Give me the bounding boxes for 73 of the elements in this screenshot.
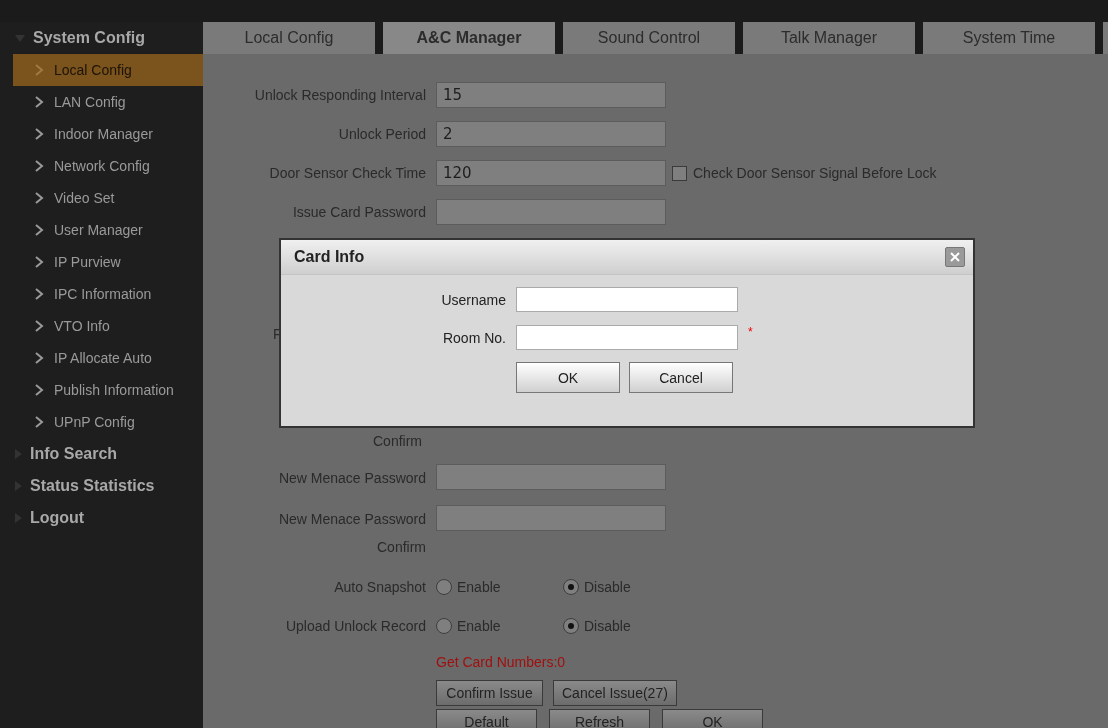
sidebar-item[interactable]: Video Set (13, 182, 203, 214)
close-icon (950, 252, 960, 262)
tab[interactable]: Sound Control (563, 22, 735, 54)
radio-button[interactable] (563, 618, 579, 634)
chevron-icon (35, 384, 44, 396)
sidebar-item[interactable]: IP Purview (13, 246, 203, 278)
sidebar-section[interactable]: Logout (30, 509, 85, 527)
action-button[interactable]: Refresh (549, 709, 650, 728)
action-button[interactable]: OK (662, 709, 763, 728)
close-button[interactable] (945, 247, 965, 267)
sidebar-item[interactable]: LAN Config (13, 86, 203, 118)
input-field[interactable] (436, 199, 666, 225)
field-label: Unlock Period (337, 125, 426, 144)
checkbox-label: Check Door Sensor Signal Before Lock (693, 164, 937, 183)
tab[interactable]: Talk Manager (743, 22, 915, 54)
field-label: New Menace Password Confirm (277, 510, 426, 557)
sidebar-item[interactable]: User Manager (13, 214, 203, 246)
dialog-button[interactable]: Cancel (629, 362, 733, 393)
sidebar-item[interactable]: UPnP Config (13, 406, 203, 438)
required-mark: * (748, 325, 754, 339)
tab[interactable]: System Time (923, 22, 1095, 54)
field-label: Upload Unlock Record (284, 617, 426, 636)
radio-label: Enable (457, 578, 501, 597)
sidebar-item[interactable]: Publish Information (13, 374, 203, 406)
chevron-icon (35, 96, 44, 108)
field-label: Confirm (373, 433, 422, 449)
chevron-icon (35, 416, 44, 428)
issue-button[interactable]: Cancel Issue(27) (553, 680, 677, 706)
field-label: Issue Card Password (291, 203, 426, 222)
sidebar-item[interactable]: IPC Information (13, 278, 203, 310)
input-field[interactable]: 120 (436, 160, 666, 186)
radio-button[interactable] (436, 618, 452, 634)
sidebar-item[interactable]: IP Allocate Auto (13, 342, 203, 374)
sidebar-section[interactable]: Status Statistics (30, 477, 155, 495)
action-button[interactable]: Default (436, 709, 537, 728)
input-field[interactable] (436, 464, 666, 490)
radio-button[interactable] (563, 579, 579, 595)
input-field[interactable]: 2 (436, 121, 666, 147)
checkbox[interactable] (672, 165, 687, 181)
chevron-icon (35, 160, 44, 172)
input-field[interactable] (516, 325, 738, 350)
sidebar-section[interactable]: System Config (33, 29, 145, 47)
input-field[interactable] (436, 505, 666, 531)
field-label: New Menace Password (277, 469, 426, 488)
radio-button[interactable] (436, 579, 452, 595)
radio-label: Enable (457, 617, 501, 636)
chevron-icon (35, 128, 44, 140)
issue-button[interactable]: Confirm Issue (436, 680, 543, 706)
sidebar-item[interactable]: VTO Info (13, 310, 203, 342)
input-field[interactable] (516, 287, 738, 312)
field-label: Auto Snapshot (333, 578, 426, 597)
chevron-icon (35, 192, 44, 204)
tab[interactable]: A&C Manager (383, 22, 555, 54)
dialog-title: Card Info (294, 248, 365, 266)
chevron-icon (35, 224, 44, 236)
card-count-text: Get Card Numbers:0 (436, 653, 567, 672)
input-field[interactable]: 15 (436, 82, 666, 108)
chevron-icon (35, 64, 44, 76)
field-label: Unlock Responding Interval (253, 86, 426, 105)
sidebar-item[interactable]: Network Config (13, 150, 203, 182)
radio-label: Disable (584, 578, 631, 597)
sidebar-section[interactable]: Info Search (30, 445, 118, 463)
sidebar-item[interactable]: Indoor Manager (13, 118, 203, 150)
field-label: Room No. (441, 329, 506, 346)
field-label: Username (440, 291, 506, 308)
chevron-icon (35, 352, 44, 364)
radio-label: Disable (584, 617, 631, 636)
chevron-icon (35, 288, 44, 300)
tab[interactable]: Local Config (203, 22, 375, 54)
chevron-icon (35, 256, 44, 268)
dialog-button[interactable]: OK (516, 362, 620, 393)
field-label: Door Sensor Check Time (268, 164, 426, 183)
chevron-icon (35, 320, 44, 332)
